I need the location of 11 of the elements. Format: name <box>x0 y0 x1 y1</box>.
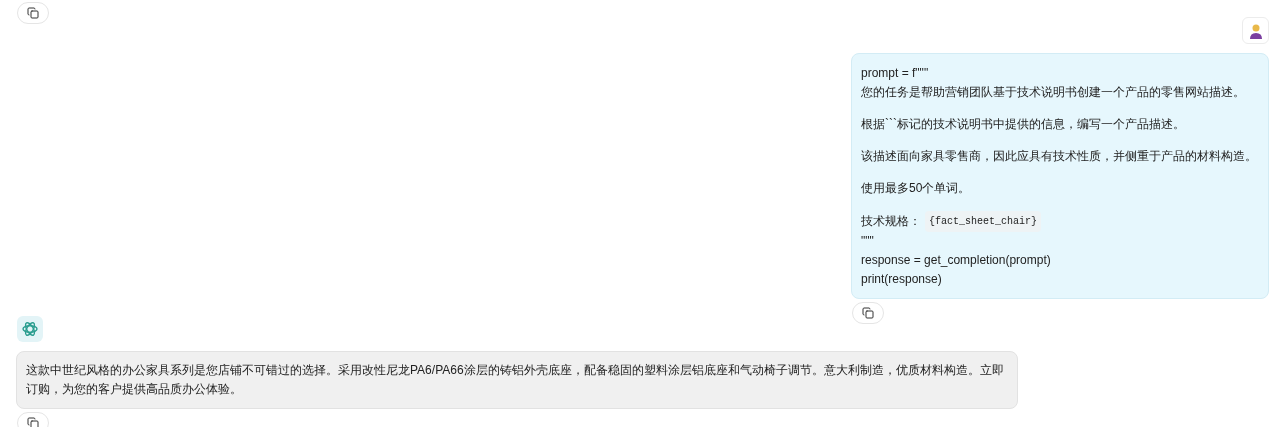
assistant-message-text: 这款中世纪风格的办公家具系列是您店铺不可错过的选择。采用改性尼龙PA6/PA66涂层的铸铝外壳底座，配备稳固的塑料涂层铝底座和气动椅子调节。意大利制造，优质材料构造。立即订购，为您的客户提供高品质办公体验。 <box>26 362 1005 398</box>
message-line: prompt = f""" <box>861 65 930 82</box>
message-line: response = get_completion(prompt) <box>861 252 1052 269</box>
message-line: 根据```标记的技术说明书中提供的信息，编写一个产品描述。 <box>861 116 1186 133</box>
message-line: """ <box>861 233 875 250</box>
inline-code: {fact_sheet_chair} <box>925 211 1042 232</box>
message-line: 您的任务是帮助营销团队基于技术说明书创建一个产品的零售网站描述。 <box>861 84 1246 101</box>
message-line: 技术规格： <box>861 213 921 230</box>
message-line: 使用最多50个单词。 <box>861 180 972 197</box>
message-line: print(response) <box>861 271 943 288</box>
message-line: 该描述面向家具零售商，因此应具有技术性质，并侧重于产品的材料构造。 <box>861 148 1258 165</box>
